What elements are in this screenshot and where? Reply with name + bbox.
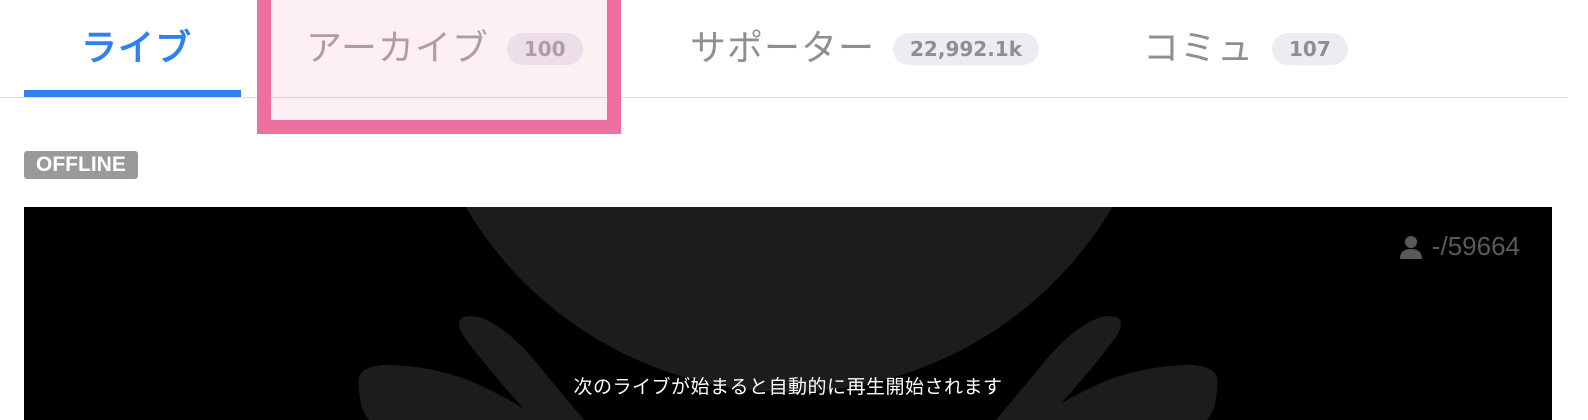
status-badge: OFFLINE: [24, 151, 138, 179]
tab-bar: ライブ アーカイブ 100 サポーター 22,992.1k コミュ 107: [0, 0, 1588, 98]
tab-supporter-count: 22,992.1k: [893, 33, 1040, 65]
tab-community[interactable]: コミュ 107: [1143, 0, 1348, 98]
player-message: 次のライブが始まると自動的に再生開始されます: [573, 376, 1003, 398]
tab-community-label: コミュ: [1143, 28, 1255, 69]
tab-live-label: ライブ: [81, 28, 193, 69]
tab-supporter-label: サポーター: [690, 28, 876, 69]
video-player[interactable]: -/59664 次のライブが始まると自動的に再生開始されます: [24, 207, 1552, 420]
viewer-count-value: -/59664: [1431, 231, 1520, 261]
tab-archive-count: 100: [506, 33, 583, 65]
tab-community-count: 107: [1272, 33, 1348, 65]
person-icon: [1399, 235, 1422, 259]
viewer-count: -/59664: [1399, 231, 1520, 262]
tab-live[interactable]: ライブ: [24, 0, 241, 98]
tab-supporter[interactable]: サポーター 22,992.1k: [690, 0, 1040, 98]
tab-archive-label: アーカイブ: [306, 28, 489, 69]
tab-divider: [0, 97, 1568, 98]
page: ライブ アーカイブ 100 サポーター 22,992.1k コミュ 107 OF…: [0, 0, 1588, 420]
tab-archive[interactable]: アーカイブ 100: [306, 0, 583, 98]
